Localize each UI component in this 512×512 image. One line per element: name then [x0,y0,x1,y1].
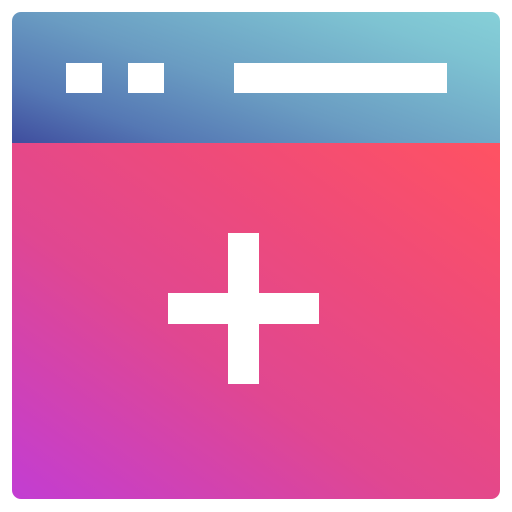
add-window-icon [0,0,512,512]
window-control-dot [66,63,102,93]
window-control-dot [128,63,164,93]
plus-icon [168,233,319,384]
window-titlebar [12,12,500,143]
plus-horizontal-bar [168,293,319,324]
address-bar [234,63,447,93]
